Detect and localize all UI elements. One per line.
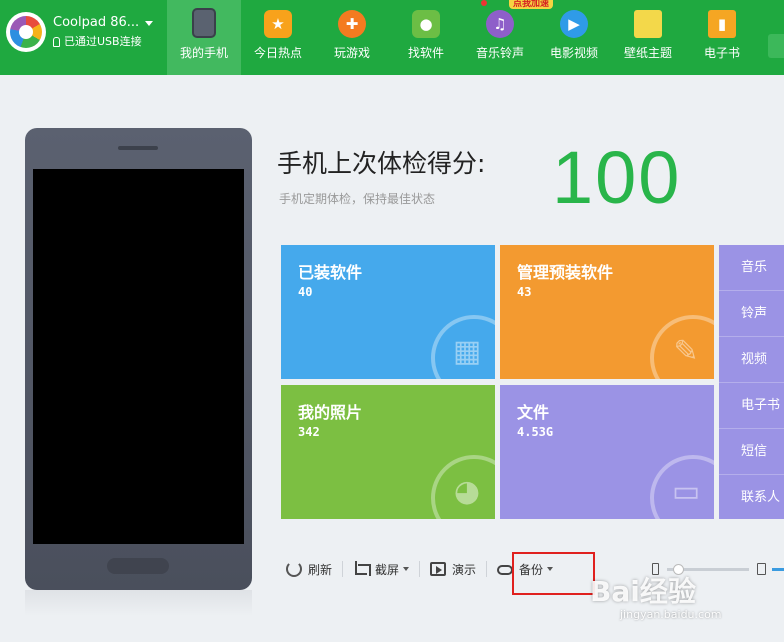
checkup-score-title: 手机上次体检得分: bbox=[277, 149, 486, 178]
phone-preview bbox=[25, 128, 252, 590]
crop-icon bbox=[353, 561, 372, 577]
connection-status-text: 已通过USB连接 bbox=[64, 35, 142, 48]
baidu-watermark-url: jingyan.baidu.com bbox=[620, 608, 722, 621]
nav-games[interactable]: ✚ 玩游戏 bbox=[315, 0, 389, 75]
nav-find-software[interactable]: ● 找软件 bbox=[389, 0, 463, 75]
backup-highlight-box bbox=[512, 552, 595, 595]
device-name: Coolpad 86... bbox=[53, 15, 140, 30]
tile-label: 已装软件 bbox=[298, 263, 363, 282]
tile-count: 342 bbox=[298, 425, 320, 439]
media-side-list: 音乐 铃声 视频 电子书 短信 联系人 bbox=[719, 245, 784, 519]
refresh-label: 刷新 bbox=[308, 562, 333, 577]
refresh-icon bbox=[286, 561, 302, 577]
tile-files[interactable]: 文件 4.53G ▭ bbox=[500, 385, 714, 519]
chevron-down-icon bbox=[403, 567, 410, 571]
window-edge-button[interactable] bbox=[768, 34, 784, 58]
nav-movies-video[interactable]: ▶ 电影视频 bbox=[537, 0, 611, 75]
toolbar-divider bbox=[419, 561, 421, 577]
app-logo-icon bbox=[6, 12, 46, 52]
wallpaper-icon bbox=[634, 10, 662, 38]
tile-size: 4.53G bbox=[517, 425, 554, 439]
tile-label: 文件 bbox=[517, 403, 550, 422]
play-icon: ▶ bbox=[560, 10, 588, 38]
device-selector[interactable]: Coolpad 86... 已通过USB连接 bbox=[6, 12, 154, 52]
game-controller-icon: ✚ bbox=[338, 10, 366, 38]
nav-wallpaper-theme[interactable]: 壁纸主题 bbox=[611, 0, 685, 75]
chevron-down-icon bbox=[145, 20, 154, 26]
promo-badge[interactable]: 点我加速 bbox=[509, 0, 554, 9]
nav-ebooks[interactable]: ▮ 电子书 bbox=[685, 0, 759, 75]
top-bar: Coolpad 86... 已通过USB连接 我的手机 ★ 今日热点 ✚ 玩游戏… bbox=[0, 0, 784, 75]
side-item-video[interactable]: 视频 bbox=[719, 337, 784, 383]
present-button[interactable]: 演示 bbox=[430, 557, 476, 581]
usb-icon bbox=[53, 37, 60, 47]
side-item-ebooks[interactable]: 电子书 bbox=[719, 383, 784, 429]
screenshot-label: 截屏 bbox=[375, 562, 400, 577]
zoom-indicator bbox=[772, 567, 784, 571]
nav-label: 今日热点 bbox=[253, 46, 302, 60]
android-icon: ● bbox=[412, 10, 440, 38]
nav-label: 玩游戏 bbox=[333, 46, 370, 60]
screenshot-button[interactable]: 截屏 bbox=[353, 557, 410, 581]
phone-icon bbox=[192, 8, 216, 38]
large-phone-icon bbox=[757, 563, 766, 575]
toolbar-divider bbox=[342, 561, 344, 577]
tile-installed-apps[interactable]: 已装软件 40 ▦ bbox=[281, 245, 495, 379]
tile-preinstalled-apps[interactable]: 管理预装软件 43 ✎ bbox=[500, 245, 714, 379]
promo-dot bbox=[481, 0, 487, 6]
side-item-ringtones[interactable]: 铃声 bbox=[719, 291, 784, 337]
checkup-score-subtitle: 手机定期体检，保持最佳状态 bbox=[279, 192, 436, 206]
cloud-icon bbox=[497, 565, 514, 575]
phone-home-button bbox=[107, 558, 169, 574]
toolbar-divider bbox=[486, 561, 488, 577]
phone-screen[interactable] bbox=[33, 169, 244, 544]
baidu-watermark: Bai经验 bbox=[590, 575, 696, 608]
nav-today-hot[interactable]: ★ 今日热点 bbox=[241, 0, 315, 75]
phone-speaker bbox=[118, 146, 158, 150]
music-note-icon: ♫ bbox=[486, 10, 514, 38]
nav-label: 壁纸主题 bbox=[623, 46, 672, 60]
tile-count: 43 bbox=[517, 285, 532, 299]
nav-my-phone[interactable]: 我的手机 bbox=[167, 0, 241, 75]
photo-icon: ◕ bbox=[431, 455, 495, 519]
nav-label: 电影视频 bbox=[549, 46, 598, 60]
folder-icon: ▭ bbox=[650, 455, 714, 519]
checkup-score-value[interactable]: 100 bbox=[552, 128, 681, 228]
nav-music-ringtones[interactable]: ♫ 音乐铃声 bbox=[463, 0, 537, 75]
tile-label: 管理预装软件 bbox=[517, 263, 614, 282]
main-nav: 我的手机 ★ 今日热点 ✚ 玩游戏 ● 找软件 ♫ 音乐铃声 ▶ 电影视频 壁纸… bbox=[167, 0, 759, 75]
phone-reflection bbox=[25, 590, 252, 616]
tile-count: 40 bbox=[298, 285, 313, 299]
nav-label: 我的手机 bbox=[179, 46, 228, 60]
nav-label: 音乐铃声 bbox=[475, 46, 524, 60]
side-item-contacts[interactable]: 联系人 bbox=[719, 475, 784, 519]
refresh-button[interactable]: 刷新 bbox=[286, 557, 332, 581]
nav-label: 找软件 bbox=[407, 46, 444, 60]
tile-my-photos[interactable]: 我的照片 342 ◕ bbox=[281, 385, 495, 519]
device-name-dropdown[interactable]: Coolpad 86... bbox=[53, 14, 154, 32]
connection-status: 已通过USB连接 bbox=[53, 34, 153, 50]
present-label: 演示 bbox=[452, 562, 477, 577]
apps-grid-icon: ▦ bbox=[431, 315, 495, 379]
side-item-sms[interactable]: 短信 bbox=[719, 429, 784, 475]
book-icon: ▮ bbox=[708, 10, 736, 38]
hot-star-icon: ★ bbox=[264, 10, 292, 38]
nav-label: 电子书 bbox=[703, 46, 740, 60]
tile-label: 我的照片 bbox=[298, 403, 363, 422]
side-item-music[interactable]: 音乐 bbox=[719, 245, 784, 291]
present-icon bbox=[430, 562, 447, 576]
wrench-icon: ✎ bbox=[650, 315, 714, 379]
